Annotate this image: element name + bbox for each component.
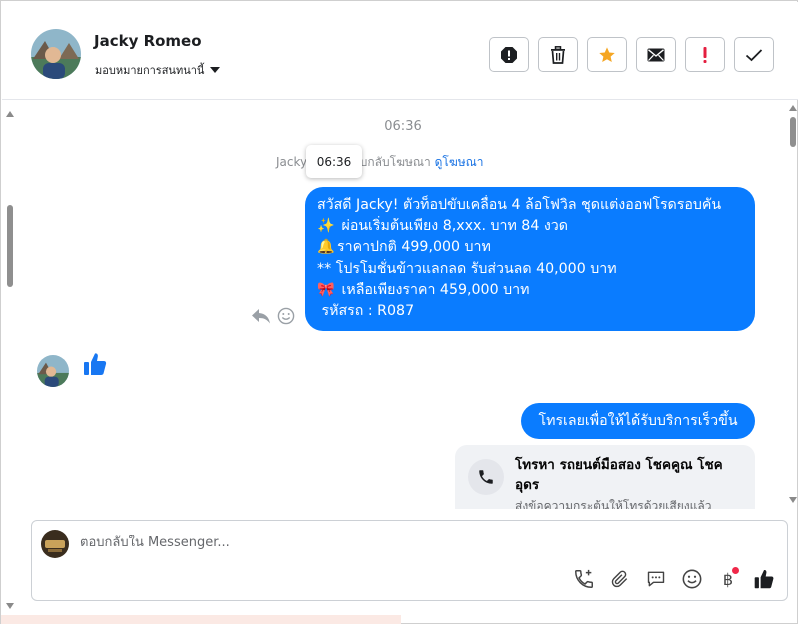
- emoji-icon: [277, 307, 295, 325]
- attachment-icon: [611, 570, 628, 588]
- send-like-button[interactable]: [753, 568, 775, 590]
- phone-icon: [479, 470, 493, 484]
- scroll-up-arrow[interactable]: [6, 111, 14, 117]
- call-request-button[interactable]: [573, 568, 595, 590]
- saved-reply-icon: [647, 571, 665, 587]
- reply-input[interactable]: [80, 535, 680, 550]
- message-line: 🔔 ราคาปกติ 499,000 บาท: [317, 237, 743, 258]
- call-card-subtitle: ส่งข้อความกระตุ้นให้โทรด้วยเสียงแล้ว: [515, 499, 712, 509]
- attach-button[interactable]: [609, 568, 631, 590]
- thread-scroll-thumb[interactable]: [790, 117, 796, 147]
- assign-conversation-dropdown[interactable]: มอบหมายการสนทนานี้: [95, 61, 221, 79]
- cta-message-bubble[interactable]: โทรเลยเพื่อให้ได้รับบริการเร็วขึ้น: [521, 403, 755, 439]
- left-scrollbar[interactable]: [2, 101, 18, 613]
- ribbon-emoji: 🎀: [317, 281, 335, 298]
- contact-name[interactable]: Jacky Romeo: [94, 32, 202, 50]
- check-icon: [745, 48, 763, 61]
- message-composer: ฿: [31, 520, 788, 601]
- phone-add-icon: [575, 569, 593, 588]
- emoji-button[interactable]: [681, 568, 703, 590]
- payment-button[interactable]: ฿: [717, 567, 739, 590]
- exclamation-icon: [703, 46, 707, 63]
- thumbs-up-icon: [84, 353, 107, 375]
- follow-up-button[interactable]: [685, 37, 725, 72]
- bottom-strip: [1, 615, 401, 624]
- message-line: ** โปรโมชั่นข้าวแลกลด รับส่วนลด 40,000 บ…: [317, 260, 617, 277]
- header-actions: [489, 37, 774, 72]
- caret-down-icon: [210, 67, 221, 73]
- thread-timestamp: 06:36: [384, 119, 422, 134]
- scroll-down-arrow[interactable]: [6, 603, 14, 609]
- star-icon: [599, 46, 615, 62]
- mail-icon: [647, 48, 665, 61]
- mark-unread-button[interactable]: [636, 37, 676, 72]
- message-line: รหัสรถ : R087: [321, 303, 415, 320]
- bell-emoji: 🔔: [317, 239, 335, 256]
- ad-message-bubble[interactable]: สวัสดี Jacky! ตัวท็อปขับเคลื่อน 4 ล้อโฟว…: [305, 187, 755, 331]
- time-tooltip: 06:36: [306, 145, 362, 178]
- thumbs-up-icon: [754, 570, 774, 589]
- reply-icon: [252, 309, 270, 324]
- notification-dot: [732, 567, 739, 574]
- trash-icon: [551, 45, 565, 64]
- message-line: 🎀 เหลือเพียงราคา 459,000 บาท: [317, 280, 743, 301]
- thread-scrollbar[interactable]: [787, 101, 798, 509]
- inbox-conversation-window: Jacky Romeo มอบหมายการสนทนานี้ 06:36 Jac…: [0, 0, 798, 624]
- page-avatar: [41, 530, 69, 558]
- contact-avatar[interactable]: [31, 29, 81, 79]
- spam-icon: [501, 46, 517, 63]
- mark-done-button[interactable]: [734, 37, 774, 72]
- reply-button[interactable]: [251, 307, 271, 329]
- message-line: ✨ ผ่อนเริ่มต้นเพียง 8,xxx. บาท 84 งวด: [317, 216, 743, 237]
- saved-replies-button[interactable]: [645, 568, 667, 590]
- message-line: สวัสดี Jacky! ตัวท็อปขับเคลื่อน 4 ล้อโฟว…: [317, 197, 722, 213]
- emoji-icon: [682, 569, 702, 589]
- react-button[interactable]: [277, 307, 295, 329]
- message-thread: 06:36 Jacky ตอบกลับโฆษณา ดูโฆษณา 06:36 ส…: [19, 101, 787, 509]
- assign-label: มอบหมายการสนทนานี้: [95, 64, 205, 77]
- scroll-up-arrow[interactable]: [789, 105, 797, 111]
- call-card-title: โทรหา รถยนต์มือสอง โชคคูณ โชค อุดร: [515, 457, 723, 493]
- conversation-header: Jacky Romeo มอบหมายการสนทนานี้: [2, 2, 798, 100]
- sparkles-emoji: ✨: [317, 218, 335, 235]
- mark-spam-button[interactable]: [489, 37, 529, 72]
- left-scroll-thumb[interactable]: [7, 205, 13, 287]
- reply-note-sender: Jacky: [276, 155, 308, 169]
- view-ad-link[interactable]: ดูโฆษณา: [435, 155, 484, 169]
- contact-avatar-small: [37, 355, 69, 387]
- call-request-card[interactable]: โทรหา รถยนต์มือสอง โชคคูณ โชค อุดร ส่งข้…: [455, 445, 755, 509]
- star-button[interactable]: [587, 37, 627, 72]
- message-actions: [251, 307, 295, 329]
- received-like-sticker: [83, 351, 107, 381]
- call-card-phone: [468, 459, 504, 495]
- composer-tools: ฿: [573, 567, 775, 590]
- delete-button[interactable]: [538, 37, 578, 72]
- scroll-down-arrow[interactable]: [789, 497, 797, 503]
